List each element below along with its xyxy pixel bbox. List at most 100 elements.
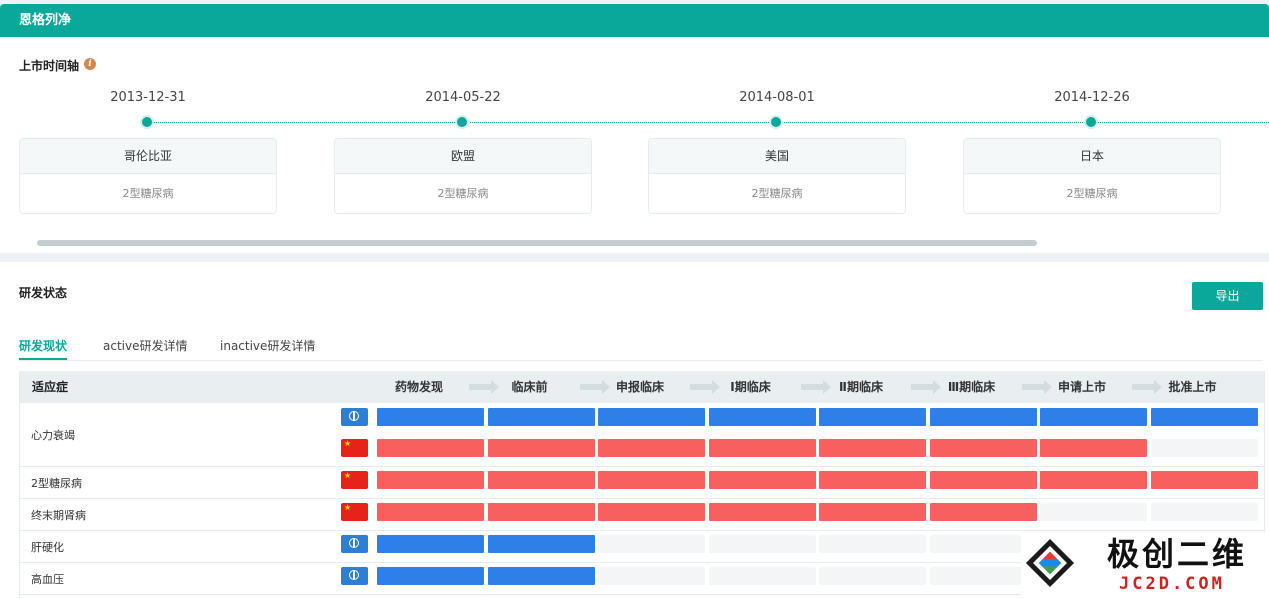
timeline-box: 欧盟 2型糖尿病	[334, 138, 592, 214]
stage-header: Ⅲ期临床	[947, 380, 996, 394]
stage-segment	[929, 471, 1037, 489]
stage-segment	[1040, 503, 1147, 521]
stage-segment	[929, 408, 1037, 426]
stage-segment	[708, 503, 816, 521]
stage-segment	[377, 535, 484, 553]
timeline-country: 日本	[964, 139, 1220, 174]
stage-segment	[708, 567, 816, 585]
stage-arrow-icon	[1132, 380, 1162, 394]
timeline-title: 上市时间轴	[19, 59, 80, 73]
stage-segment	[819, 535, 926, 553]
stage-segment	[487, 503, 595, 521]
stage-header: 申请上市	[1057, 380, 1106, 394]
stage-segment	[598, 503, 705, 521]
timeline-date: 2014-08-01	[739, 90, 815, 105]
watermark-logo: 极创二维 JC2D.COM	[1021, 532, 1269, 598]
stage-segment	[819, 503, 926, 521]
table-row: 2型糖尿病 ★	[20, 467, 1264, 499]
table-row: 心力衰竭 ★	[20, 404, 1264, 467]
timeline-item: 2014-05-22 欧盟 2型糖尿病	[334, 89, 592, 214]
stage-segment	[708, 408, 816, 426]
timeline-date: 2014-12-26	[1054, 90, 1130, 105]
stage-header: Ⅰ期临床	[730, 380, 771, 394]
stage-segment	[1040, 439, 1147, 457]
progress-line: ★	[20, 471, 1264, 491]
stage-segment	[1150, 439, 1258, 457]
stage-header: Ⅱ期临床	[839, 380, 883, 394]
globe-icon	[341, 535, 368, 553]
stage-header: 药物发现	[394, 380, 443, 394]
stage-arrow-icon	[1021, 380, 1052, 394]
stage-segment	[1040, 471, 1147, 489]
header-bar: 恩格列净	[0, 4, 1269, 37]
stage-segment	[487, 408, 595, 426]
timeline-dot	[769, 115, 783, 129]
timeline-box: 美国 2型糖尿病	[648, 138, 906, 214]
progress-line	[20, 408, 1264, 428]
timeline-box: 哥伦比亚 2型糖尿病	[19, 138, 277, 214]
table-header: 适应症 药物发现 临床前 申报临床 Ⅰ期临床 Ⅱ期临床 Ⅲ期临床 申请上市 批准上市	[20, 371, 1264, 403]
tab-active-details[interactable]: active研发详情	[103, 337, 187, 354]
stage-segment	[598, 567, 705, 585]
timeline-card: 上市时间轴 i 2013-12-31 哥伦比亚 2型糖尿病 2014-05-22…	[0, 37, 1269, 253]
stage-segment	[377, 408, 484, 426]
export-button[interactable]: 导出	[1192, 282, 1263, 310]
timeline-item: 2014-12-26 日本 2型糖尿病	[963, 89, 1221, 214]
stage-segment	[487, 471, 595, 489]
progress-line: ★	[20, 503, 1264, 523]
stage-segment	[819, 471, 926, 489]
stage-arrow-icon	[800, 380, 831, 394]
china-flag-icon: ★	[341, 439, 368, 457]
stage-segment	[1150, 503, 1258, 521]
timeline-dot	[455, 115, 469, 129]
globe-icon	[341, 567, 368, 585]
logo-text-en: JC2D.COM	[1119, 574, 1225, 594]
stage-arrow-icon	[579, 380, 610, 394]
stage-header: 批准上市	[1168, 380, 1217, 394]
stage-segment	[708, 471, 816, 489]
stage-segment	[487, 439, 595, 457]
timeline-dot	[140, 115, 154, 129]
timeline-item: 2013-12-31 哥伦比亚 2型糖尿病	[19, 89, 277, 214]
horizontal-scrollbar[interactable]	[37, 240, 1037, 246]
stage-segment	[1150, 471, 1258, 489]
stage-segment	[598, 408, 705, 426]
table-row: 终末期肾病 ★	[20, 499, 1264, 531]
stage-header: 申报临床	[615, 380, 664, 394]
stage-segment	[377, 471, 484, 489]
active-tab-underline	[19, 358, 67, 360]
drug-title: 恩格列净	[19, 13, 72, 28]
timeline-indication: 2型糖尿病	[122, 187, 174, 200]
timeline-box: 日本 2型糖尿病	[963, 138, 1221, 214]
stage-segment	[377, 439, 484, 457]
stage-segment	[1150, 408, 1258, 426]
stage-segment	[377, 503, 484, 521]
timeline-indication: 2型糖尿病	[751, 187, 803, 200]
china-flag-icon: ★	[341, 503, 368, 521]
timeline-country: 美国	[649, 139, 905, 174]
stage-segment	[708, 439, 816, 457]
stage-arrow-icon	[690, 380, 720, 394]
timeline-item: 2014-08-01 美国 2型糖尿病	[648, 89, 906, 214]
stage-segment	[598, 439, 705, 457]
timeline-dot	[1084, 115, 1098, 129]
info-icon[interactable]: i	[84, 58, 96, 70]
stage-segment	[377, 567, 484, 585]
stage-arrow-icon	[911, 380, 941, 394]
timeline-country: 哥伦比亚	[20, 139, 276, 174]
timeline-country: 欧盟	[335, 139, 591, 174]
stage-segment	[708, 535, 816, 553]
stage-segment	[819, 567, 926, 585]
stage-segment	[1040, 408, 1147, 426]
stage-segment	[929, 439, 1037, 457]
stage-segment	[929, 503, 1037, 521]
tab-inactive-details[interactable]: inactive研发详情	[220, 337, 315, 354]
china-flag-icon: ★	[341, 471, 368, 489]
stage-segment	[598, 535, 705, 553]
stage-segment	[487, 567, 595, 585]
tab-current-status[interactable]: 研发现状	[19, 337, 67, 354]
rd-status-title: 研发状态	[19, 286, 68, 300]
logo-text-cn: 极创二维	[1107, 535, 1248, 573]
rd-tabs: 研发现状 active研发详情 inactive研发详情	[19, 334, 1263, 361]
stage-arrow-icon	[469, 380, 499, 394]
